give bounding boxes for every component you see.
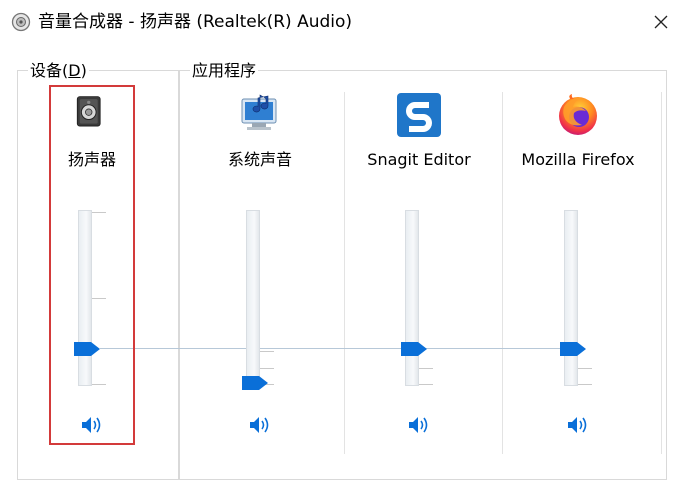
slider-thumb[interactable] bbox=[74, 342, 100, 356]
volume-slider[interactable] bbox=[401, 210, 461, 386]
channel-label: 系统声音 bbox=[227, 150, 292, 169]
slider-tick bbox=[92, 212, 106, 213]
mute-speaker-icon[interactable] bbox=[248, 415, 272, 435]
speaker-device-icon bbox=[76, 96, 101, 127]
snagit-icon bbox=[397, 93, 441, 137]
slider-tick bbox=[260, 351, 274, 352]
close-icon bbox=[654, 15, 668, 29]
channel-label: Mozilla Firefox bbox=[521, 150, 635, 169]
close-button[interactable] bbox=[646, 8, 676, 36]
window-title: 音量合成器 - 扬声器 (Realtek(R) Audio) bbox=[38, 12, 353, 32]
slider-tick bbox=[578, 384, 592, 385]
volume-slider[interactable] bbox=[560, 210, 620, 386]
channel-mozilla-firefox: Mozilla Firefox bbox=[498, 88, 658, 458]
slider-thumb[interactable] bbox=[560, 342, 586, 356]
devices-label-main: 设备( bbox=[30, 61, 69, 80]
mute-speaker-icon[interactable] bbox=[80, 415, 104, 435]
firefox-icon bbox=[559, 94, 597, 135]
channel-system-sounds: 系统声音 bbox=[180, 88, 340, 458]
system-sounds-icon bbox=[241, 94, 277, 130]
volume-mixer-app-icon bbox=[11, 12, 31, 32]
channel-snagit-editor: Snagit Editor bbox=[339, 88, 499, 458]
title-bar[interactable]: 音量合成器 - 扬声器 (Realtek(R) Audio) bbox=[0, 0, 685, 44]
volume-mixer-window: 音量合成器 - 扬声器 (Realtek(R) Audio) 设备(D) 应用程… bbox=[0, 0, 685, 500]
volume-slider[interactable] bbox=[242, 210, 302, 390]
slider-tick bbox=[260, 368, 274, 369]
slider-track bbox=[405, 210, 419, 386]
mute-speaker-icon[interactable] bbox=[566, 415, 590, 435]
channel-label: 扬声器 bbox=[67, 150, 116, 169]
slider-track bbox=[246, 210, 260, 386]
slider-tick bbox=[419, 368, 433, 369]
devices-label-accesskey: D bbox=[68, 61, 81, 80]
channel-separator bbox=[661, 92, 662, 454]
applications-group-label: 应用程序 bbox=[190, 61, 259, 81]
channel-label: Snagit Editor bbox=[367, 150, 471, 169]
slider-track bbox=[564, 210, 578, 386]
volume-slider[interactable] bbox=[74, 210, 134, 386]
slider-thumb[interactable] bbox=[401, 342, 427, 356]
slider-tick bbox=[419, 384, 433, 385]
slider-tick bbox=[578, 368, 592, 369]
devices-group-label: 设备(D) bbox=[28, 61, 89, 81]
slider-track bbox=[78, 210, 92, 386]
slider-tick bbox=[92, 384, 106, 385]
mute-speaker-icon[interactable] bbox=[407, 415, 431, 435]
slider-thumb[interactable] bbox=[242, 376, 268, 390]
slider-tick bbox=[92, 298, 106, 299]
channel-speaker: 扬声器 bbox=[12, 88, 172, 458]
devices-label-end: ) bbox=[80, 61, 87, 80]
